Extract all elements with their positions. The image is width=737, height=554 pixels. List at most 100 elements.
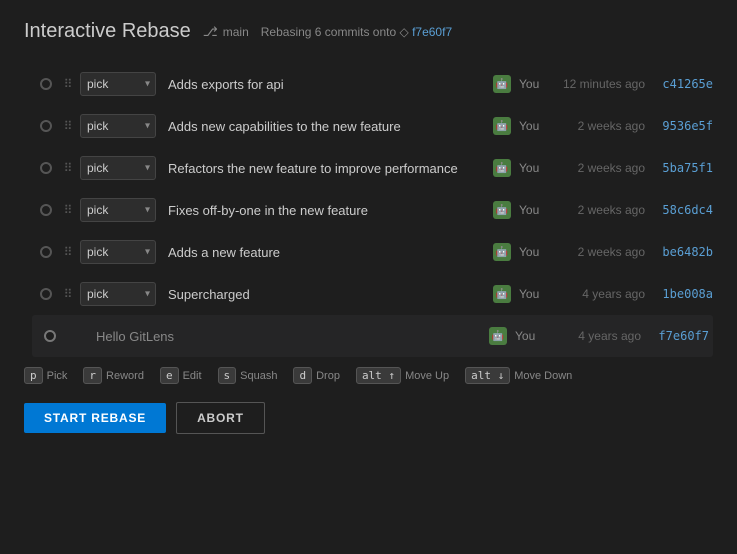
avatar: 🤖 [493, 285, 511, 303]
commit-hash: c41265e [653, 77, 713, 91]
shortcut-item: alt ↓ Move Down [465, 367, 572, 384]
keyboard-shortcut: r [83, 367, 102, 384]
drag-handle[interactable]: ⠿ [60, 203, 76, 217]
drag-handle[interactable]: ⠿ [60, 245, 76, 259]
action-select-wrapper: pickrewordeditsquashfixupdrop [80, 72, 156, 96]
timeline-circle [40, 204, 52, 216]
table-row: ⠿ pickrewordeditsquashfixupdrop Supercharg… [32, 273, 713, 315]
action-select[interactable]: pickrewordeditsquashfixupdrop [80, 198, 156, 222]
branch-badge: ⎇ main [203, 24, 249, 40]
keyboard-shortcut: e [160, 367, 179, 384]
shortcut-item: pPick [24, 367, 67, 384]
action-select-wrapper: pickrewordeditsquashfixupdrop [80, 114, 156, 138]
commit-message: Adds exports for api [168, 77, 481, 92]
commit-meta: 🤖 You 12 minutes ago c41265e [493, 75, 713, 93]
shortcut-item: alt ↑Move Up [356, 367, 449, 384]
author-name: You [519, 245, 547, 259]
commit-message: Adds new capabilities to the new feature [168, 119, 481, 134]
commits-list: ⠿ pickrewordeditsquashfixupdrop Adds expor… [32, 63, 713, 357]
start-rebase-button[interactable]: START REBASE [24, 403, 166, 433]
action-select[interactable]: pickrewordeditsquashfixupdrop [80, 72, 156, 96]
table-row: ⠿ pickrewordeditsquashfixupdrop Adds new c… [32, 105, 713, 147]
commit-message: Adds a new feature [168, 245, 481, 260]
commit-hash: 1be008a [653, 287, 713, 301]
base-commit-message: Hello GitLens [96, 329, 477, 344]
drag-handle[interactable]: ⠿ [60, 287, 76, 301]
shortcut-label: Reword [106, 370, 144, 382]
base-commit-row: Hello GitLens🤖You4 years agof7e60f7 [32, 315, 713, 357]
timeline-col [32, 78, 60, 90]
timeline-circle [40, 78, 52, 90]
commit-meta: 🤖 You 4 years ago 1be008a [493, 285, 713, 303]
commit-meta: 🤖You2 weeks agobe6482b [493, 243, 713, 261]
time-ago: 4 years ago [555, 287, 645, 301]
commit-hash: 9536e5f [653, 119, 713, 133]
action-select[interactable]: pickrewordeditsquashfixupdrop [80, 156, 156, 180]
timeline-col [32, 288, 60, 300]
author-name: You [519, 77, 547, 91]
action-select[interactable]: pickrewordeditsquashfixupdrop [80, 240, 156, 264]
shortcut-item: d Drop [293, 367, 339, 384]
rebasing-text: Rebasing 6 commits onto ◇ f7e60f7 [261, 25, 452, 39]
shortcut-label: Move Down [514, 370, 572, 382]
author-name: You [519, 119, 547, 133]
drag-handle[interactable]: ⠿ [60, 161, 76, 175]
time-ago: 12 minutes ago [555, 77, 645, 91]
timeline-circle [40, 288, 52, 300]
branch-icon: ⎇ [203, 24, 218, 40]
page-header: Interactive Rebase ⎇ main Rebasing 6 com… [24, 20, 713, 43]
avatar: 🤖 [493, 243, 511, 261]
time-ago: 2 weeks ago [555, 161, 645, 175]
table-row: ⠿ pickrewordeditsquashfixupdrop Fixes off-… [32, 189, 713, 231]
shortcut-item: r Reword [83, 367, 144, 384]
drag-handle[interactable]: ⠿ [60, 119, 76, 133]
table-row: ⠿ pickrewordeditsquashfixupdrop Refactors … [32, 147, 713, 189]
time-ago: 2 weeks ago [555, 119, 645, 133]
timeline-col [32, 120, 60, 132]
action-select-wrapper: pickrewordeditsquashfixupdrop [80, 282, 156, 306]
action-select-wrapper: pickrewordeditsquashfixupdrop [80, 198, 156, 222]
action-select[interactable]: pickrewordeditsquashfixupdrop [80, 114, 156, 138]
commit-message: Refactors the new feature to improve per… [168, 161, 481, 176]
author-name: You [519, 203, 547, 217]
avatar: 🤖 [493, 159, 511, 177]
action-select[interactable]: pickrewordeditsquashfixupdrop [80, 282, 156, 306]
shortcut-label: Edit [183, 370, 202, 382]
page-title: Interactive Rebase [24, 20, 191, 43]
shortcuts-bar: pPickr Reword e Edit sSquash d Drop alt ↑Move U… [24, 357, 713, 398]
branch-name: main [223, 25, 249, 39]
avatar: 🤖 [493, 201, 511, 219]
abort-button[interactable]: ABORT [176, 402, 265, 434]
base-hash: f7e60f7 [412, 25, 452, 39]
author-name: You [519, 161, 547, 175]
timeline-circle [40, 246, 52, 258]
timeline-col [32, 204, 60, 216]
shortcut-item: e Edit [160, 367, 202, 384]
keyboard-shortcut: alt ↑ [356, 367, 401, 384]
keyboard-shortcut: alt ↓ [465, 367, 510, 384]
keyboard-shortcut: d [293, 367, 312, 384]
avatar: 🤖 [493, 75, 511, 93]
commit-message: Fixes off-by-one in the new feature [168, 203, 481, 218]
time-ago: 2 weeks ago [555, 245, 645, 259]
commit-hash: 58c6dc4 [653, 203, 713, 217]
actions-row: START REBASE ABORT [24, 398, 713, 434]
shortcut-item: sSquash [218, 367, 278, 384]
timeline-col [32, 162, 60, 174]
time-ago: 2 weeks ago [555, 203, 645, 217]
timeline-circle [40, 162, 52, 174]
commit-meta: 🤖You2 weeks ago9536e5f [493, 117, 713, 135]
timeline-circle [40, 120, 52, 132]
shortcut-label: Pick [47, 370, 68, 382]
timeline-col [32, 246, 60, 258]
table-row: ⠿ pickrewordeditsquashfixupdrop Adds expor… [32, 63, 713, 105]
author-name: You [519, 287, 547, 301]
action-select-wrapper: pickrewordeditsquashfixupdrop [80, 240, 156, 264]
shortcut-label: Drop [316, 370, 340, 382]
drag-handle[interactable]: ⠿ [60, 77, 76, 91]
commit-meta: 🤖You2 weeks ago5ba75f1 [493, 159, 713, 177]
table-row: ⠿ pickrewordeditsquashfixupdrop Adds a new… [32, 231, 713, 273]
action-select-wrapper: pickrewordeditsquashfixupdrop [80, 156, 156, 180]
commit-message: Supercharged [168, 287, 481, 302]
shortcut-label: Squash [240, 370, 277, 382]
